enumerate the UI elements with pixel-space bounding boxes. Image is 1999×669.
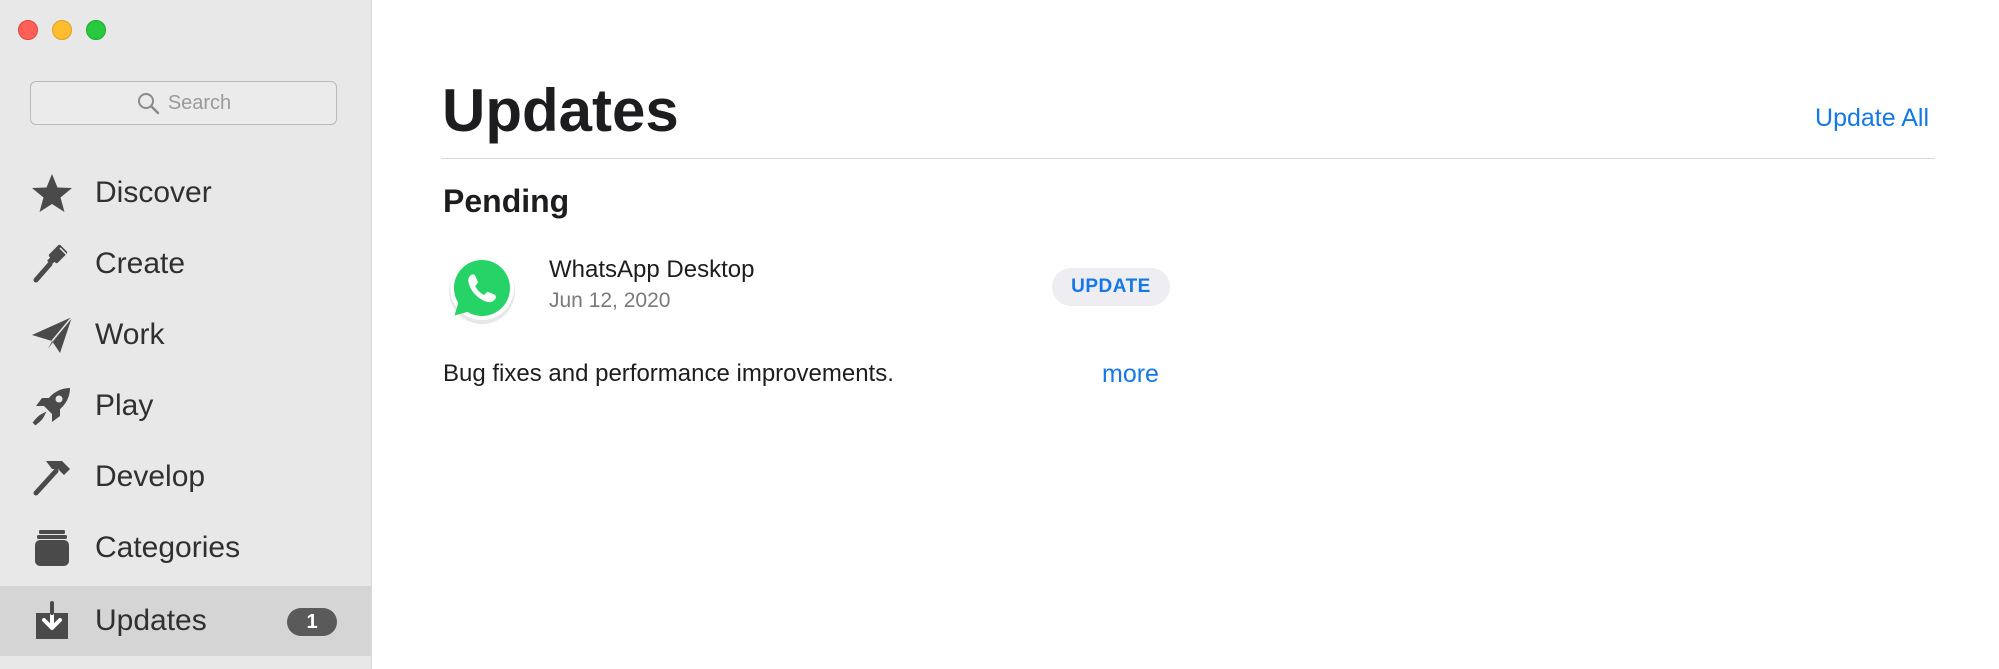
stack-icon bbox=[30, 526, 74, 570]
sidebar-item-discover[interactable]: Discover bbox=[0, 158, 371, 228]
more-link[interactable]: more bbox=[1102, 360, 1159, 389]
release-notes: Bug fixes and performance improvements. bbox=[443, 360, 894, 387]
zoom-window-button[interactable] bbox=[86, 20, 106, 40]
close-window-button[interactable] bbox=[18, 20, 38, 40]
sidebar-item-develop[interactable]: Develop bbox=[0, 442, 371, 512]
download-icon bbox=[30, 599, 74, 643]
whatsapp-icon[interactable] bbox=[444, 251, 520, 327]
sidebar-item-label: Develop bbox=[95, 460, 206, 493]
search-placeholder: Search bbox=[167, 91, 232, 114]
hammer-icon bbox=[30, 455, 74, 499]
sidebar-item-label: Categories bbox=[95, 531, 241, 564]
paper-plane-icon bbox=[30, 313, 74, 357]
search-icon bbox=[137, 93, 160, 115]
sidebar-item-create[interactable]: Create bbox=[0, 229, 371, 299]
minimize-window-button[interactable] bbox=[52, 20, 72, 40]
sidebar-item-label: Work bbox=[95, 318, 165, 351]
sidebar-item-work[interactable]: Work bbox=[0, 300, 371, 370]
star-icon bbox=[30, 171, 74, 215]
section-title-pending: Pending bbox=[443, 183, 570, 219]
sidebar-item-updates[interactable]: Updates 1 bbox=[0, 586, 371, 656]
rocket-icon bbox=[30, 384, 74, 428]
sidebar-item-label: Discover bbox=[95, 176, 212, 209]
app-date: Jun 12, 2020 bbox=[549, 289, 671, 312]
updates-count-badge: 1 bbox=[287, 608, 337, 636]
sidebar-item-categories[interactable]: Categories bbox=[0, 513, 371, 583]
sidebar-item-label: Create bbox=[95, 247, 186, 280]
sidebar-item-label: Updates bbox=[95, 604, 207, 637]
sidebar-item-play[interactable]: Play bbox=[0, 371, 371, 441]
page-title: Updates bbox=[442, 77, 679, 144]
header-divider bbox=[441, 158, 1935, 159]
sidebar: Search Discover Create Work Play Develop… bbox=[0, 0, 372, 669]
sidebar-item-label: Play bbox=[95, 389, 154, 422]
update-button[interactable]: UPDATE bbox=[1052, 268, 1170, 306]
search-input[interactable]: Search bbox=[30, 81, 337, 125]
paintbrush-icon bbox=[30, 242, 74, 286]
update-all-button[interactable]: Update All bbox=[1815, 104, 1929, 133]
app-name[interactable]: WhatsApp Desktop bbox=[549, 256, 754, 284]
